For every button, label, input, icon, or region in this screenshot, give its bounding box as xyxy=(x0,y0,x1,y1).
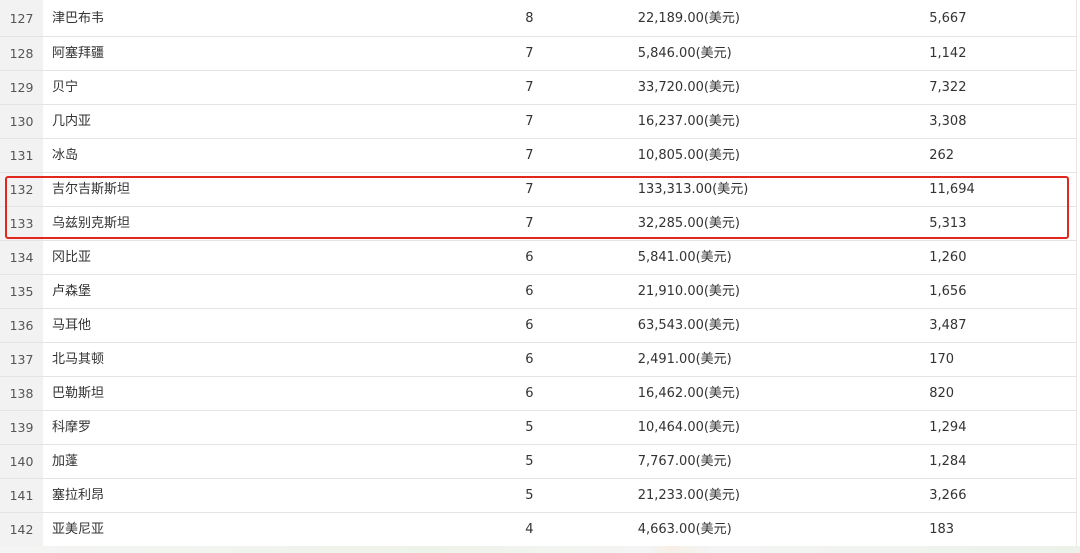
country-cell: 巴勒斯坦 xyxy=(52,386,105,401)
count-cell: 6 xyxy=(525,386,534,401)
count-cell: 6 xyxy=(525,250,534,265)
rank-cell: 137 xyxy=(0,343,44,376)
rank-cell: 138 xyxy=(0,377,44,410)
population-cell: 1,284 xyxy=(929,454,967,469)
ranking-table: 127 津巴布韦 8 22,189.00(美元) 5,667 128 阿塞拜疆 … xyxy=(0,0,1077,547)
rank-cell: 127 xyxy=(0,0,44,36)
table-row: 138 巴勒斯坦 6 16,462.00(美元) 820 xyxy=(0,377,1076,411)
population-cell: 11,694 xyxy=(929,182,975,197)
country-cell: 乌兹别克斯坦 xyxy=(52,216,131,231)
rank-cell: 135 xyxy=(0,275,44,308)
gdp-cell: 10,464.00(美元) xyxy=(637,420,741,435)
country-cell: 马耳他 xyxy=(52,318,92,333)
count-cell: 5 xyxy=(525,420,534,435)
gdp-cell: 4,663.00(美元) xyxy=(637,522,732,537)
population-cell: 1,260 xyxy=(929,250,967,265)
population-cell: 1,142 xyxy=(929,46,967,61)
rank-cell: 129 xyxy=(0,71,44,104)
gdp-cell: 16,237.00(美元) xyxy=(637,114,741,129)
gdp-cell: 63,543.00(美元) xyxy=(637,318,741,333)
rank-cell: 141 xyxy=(0,479,44,512)
country-cell: 加蓬 xyxy=(52,454,79,469)
table-row: 128 阿塞拜疆 7 5,846.00(美元) 1,142 xyxy=(0,37,1076,71)
rank-cell: 131 xyxy=(0,139,44,172)
table-row: 139 科摩罗 5 10,464.00(美元) 1,294 xyxy=(0,411,1076,445)
population-cell: 170 xyxy=(929,352,955,367)
count-cell: 8 xyxy=(525,11,534,26)
gdp-cell: 33,720.00(美元) xyxy=(637,80,741,95)
population-cell: 3,308 xyxy=(929,114,967,129)
table-row-highlighted: 133 乌兹别克斯坦 7 32,285.00(美元) 5,313 xyxy=(0,207,1076,241)
table-row: 129 贝宁 7 33,720.00(美元) 7,322 xyxy=(0,71,1076,105)
count-cell: 7 xyxy=(525,182,534,197)
table-row: 127 津巴布韦 8 22,189.00(美元) 5,667 xyxy=(0,0,1076,37)
rank-cell: 136 xyxy=(0,309,44,342)
table-row: 135 卢森堡 6 21,910.00(美元) 1,656 xyxy=(0,275,1076,309)
bottom-divider xyxy=(0,546,1080,553)
rank-cell: 140 xyxy=(0,445,44,478)
count-cell: 7 xyxy=(525,114,534,129)
gdp-cell: 21,233.00(美元) xyxy=(637,488,741,503)
count-cell: 7 xyxy=(525,46,534,61)
gdp-cell: 22,189.00(美元) xyxy=(637,11,741,26)
rank-cell: 133 xyxy=(0,207,44,240)
country-cell: 几内亚 xyxy=(52,114,92,129)
gdp-cell: 32,285.00(美元) xyxy=(637,216,741,231)
gdp-cell: 2,491.00(美元) xyxy=(637,352,732,367)
rank-cell: 142 xyxy=(0,513,44,546)
count-cell: 6 xyxy=(525,352,534,367)
country-cell: 吉尔吉斯斯坦 xyxy=(52,182,131,197)
gdp-cell: 5,846.00(美元) xyxy=(637,46,732,61)
country-cell: 贝宁 xyxy=(52,80,79,95)
population-cell: 1,656 xyxy=(929,284,967,299)
count-cell: 6 xyxy=(525,318,534,333)
country-cell: 塞拉利昂 xyxy=(52,488,105,503)
gdp-cell: 5,841.00(美元) xyxy=(637,250,732,265)
gdp-cell: 133,313.00(美元) xyxy=(637,182,749,197)
table-row: 141 塞拉利昂 5 21,233.00(美元) 3,266 xyxy=(0,479,1076,513)
population-cell: 262 xyxy=(929,148,955,163)
count-cell: 6 xyxy=(525,284,534,299)
gdp-cell: 10,805.00(美元) xyxy=(637,148,741,163)
rank-cell: 128 xyxy=(0,37,44,70)
gdp-cell: 16,462.00(美元) xyxy=(637,386,741,401)
table-row: 140 加蓬 5 7,767.00(美元) 1,284 xyxy=(0,445,1076,479)
population-cell: 5,313 xyxy=(929,216,967,231)
count-cell: 5 xyxy=(525,454,534,469)
rank-cell: 134 xyxy=(0,241,44,274)
population-cell: 7,322 xyxy=(929,80,967,95)
country-cell: 北马其顿 xyxy=(52,352,105,367)
count-cell: 4 xyxy=(525,522,534,537)
rank-cell: 132 xyxy=(0,173,44,206)
table-row: 131 冰岛 7 10,805.00(美元) 262 xyxy=(0,139,1076,173)
country-cell: 亚美尼亚 xyxy=(52,522,105,537)
count-cell: 7 xyxy=(525,216,534,231)
country-cell: 卢森堡 xyxy=(52,284,92,299)
rank-cell: 139 xyxy=(0,411,44,444)
population-cell: 183 xyxy=(929,522,955,537)
rank-cell: 130 xyxy=(0,105,44,138)
table-row: 142 亚美尼亚 4 4,663.00(美元) 183 xyxy=(0,513,1076,547)
count-cell: 5 xyxy=(525,488,534,503)
country-cell: 冰岛 xyxy=(52,148,79,163)
population-cell: 3,266 xyxy=(929,488,967,503)
gdp-cell: 7,767.00(美元) xyxy=(637,454,732,469)
population-cell: 3,487 xyxy=(929,318,967,333)
country-cell: 阿塞拜疆 xyxy=(52,46,105,61)
country-cell: 科摩罗 xyxy=(52,420,92,435)
country-cell: 津巴布韦 xyxy=(52,11,105,26)
table-row: 137 北马其顿 6 2,491.00(美元) 170 xyxy=(0,343,1076,377)
population-cell: 820 xyxy=(929,386,955,401)
population-cell: 5,667 xyxy=(929,11,967,26)
table-row: 136 马耳他 6 63,543.00(美元) 3,487 xyxy=(0,309,1076,343)
table-row-highlighted: 132 吉尔吉斯斯坦 7 133,313.00(美元) 11,694 xyxy=(0,173,1076,207)
table-row: 134 冈比亚 6 5,841.00(美元) 1,260 xyxy=(0,241,1076,275)
gdp-cell: 21,910.00(美元) xyxy=(637,284,741,299)
count-cell: 7 xyxy=(525,148,534,163)
population-cell: 1,294 xyxy=(929,420,967,435)
count-cell: 7 xyxy=(525,80,534,95)
table-row: 130 几内亚 7 16,237.00(美元) 3,308 xyxy=(0,105,1076,139)
country-cell: 冈比亚 xyxy=(52,250,92,265)
